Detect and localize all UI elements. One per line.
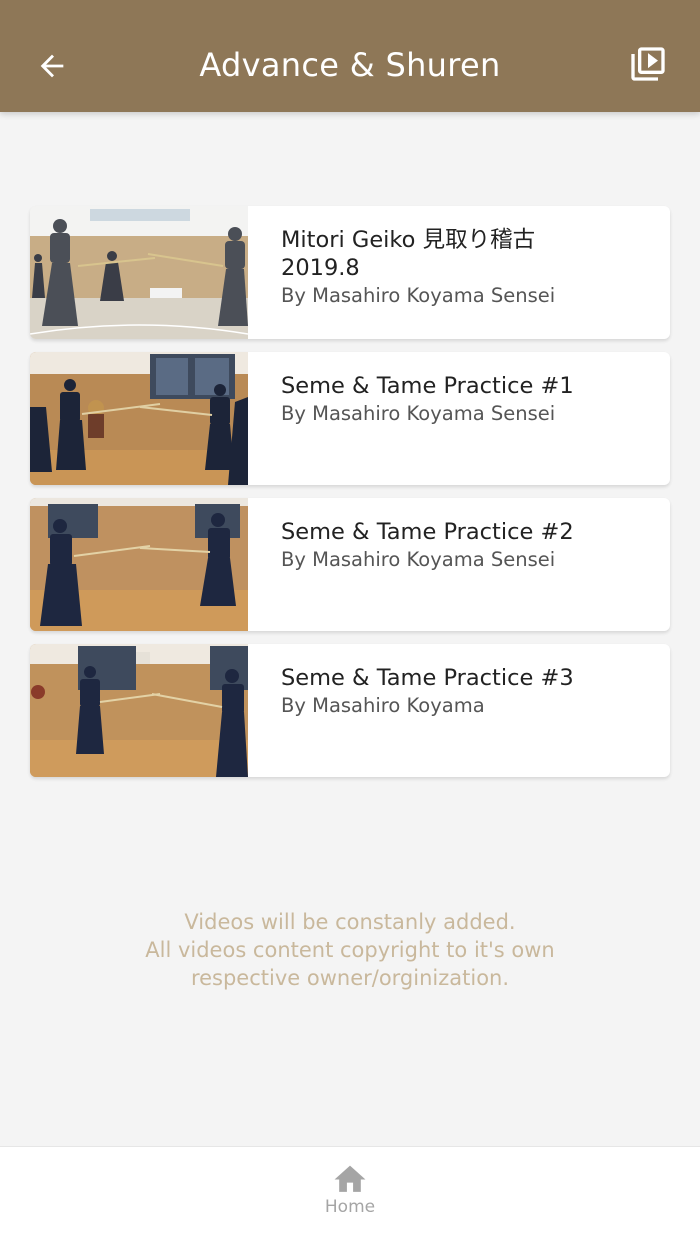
video-thumbnail — [30, 644, 248, 777]
note-line: All videos content copyright to it's own — [145, 938, 555, 962]
video-card-text: Seme & Tame Practice #1 By Masahiro Koya… — [248, 352, 590, 485]
video-thumbnail — [30, 498, 248, 631]
note-line: respective owner/orginization. — [190, 966, 510, 990]
video-list: Mitori Geiko 見取り稽古 2019.8 By Masahiro Ko… — [30, 206, 670, 790]
video-title: Mitori Geiko 見取り稽古 2019.8 — [281, 226, 555, 282]
nav-home-label: Home — [324, 1197, 376, 1217]
nav-home-tab[interactable]: Home — [310, 1161, 390, 1231]
video-author: By Masahiro Koyama Sensei — [281, 402, 556, 425]
video-title-line: Seme & Tame Practice #3 — [281, 665, 574, 691]
app-header: Advance & Shuren — [0, 0, 700, 112]
copyright-note: Videos will be constanly added. All vide… — [0, 908, 700, 992]
video-title-line: 2019.8 — [281, 255, 360, 281]
video-thumbnail — [30, 352, 248, 485]
note-line: Videos will be constanly added. — [184, 910, 516, 934]
video-author: By Masahiro Koyama — [281, 694, 485, 717]
video-card-seme-tame-3[interactable]: Seme & Tame Practice #3 By Masahiro Koya… — [30, 644, 670, 777]
video-author: By Masahiro Koyama Sensei — [281, 548, 556, 571]
video-author: By Masahiro Koyama Sensei — [281, 284, 556, 307]
page-title: Advance & Shuren — [199, 46, 501, 84]
video-title-line: Seme & Tame Practice #2 — [281, 519, 574, 545]
video-card-seme-tame-2[interactable]: Seme & Tame Practice #2 By Masahiro Koya… — [30, 498, 670, 631]
app-screen: Advance & Shuren Mitori Geiko 見取り稽古 2019… — [0, 0, 700, 1244]
video-library-icon — [631, 47, 665, 81]
video-card-text: Mitori Geiko 見取り稽古 2019.8 By Masahiro Ko… — [248, 206, 571, 339]
video-title: Seme & Tame Practice #3 — [281, 664, 574, 692]
video-card-mitori-geiko[interactable]: Mitori Geiko 見取り稽古 2019.8 By Masahiro Ko… — [30, 206, 670, 339]
video-thumbnail — [30, 206, 248, 339]
video-title: Seme & Tame Practice #2 — [281, 518, 574, 546]
home-icon — [334, 1165, 366, 1192]
video-card-seme-tame-1[interactable]: Seme & Tame Practice #1 By Masahiro Koya… — [30, 352, 670, 485]
video-title: Seme & Tame Practice #1 — [281, 372, 574, 400]
video-title-line: Seme & Tame Practice #1 — [281, 373, 574, 399]
playlist-button[interactable] — [626, 42, 670, 86]
video-card-text: Seme & Tame Practice #2 By Masahiro Koya… — [248, 498, 590, 631]
bottom-navigation: Home — [0, 1146, 700, 1244]
video-title-line: Mitori Geiko 見取り稽古 — [281, 227, 536, 253]
video-card-text: Seme & Tame Practice #3 By Masahiro Koya… — [248, 644, 590, 777]
